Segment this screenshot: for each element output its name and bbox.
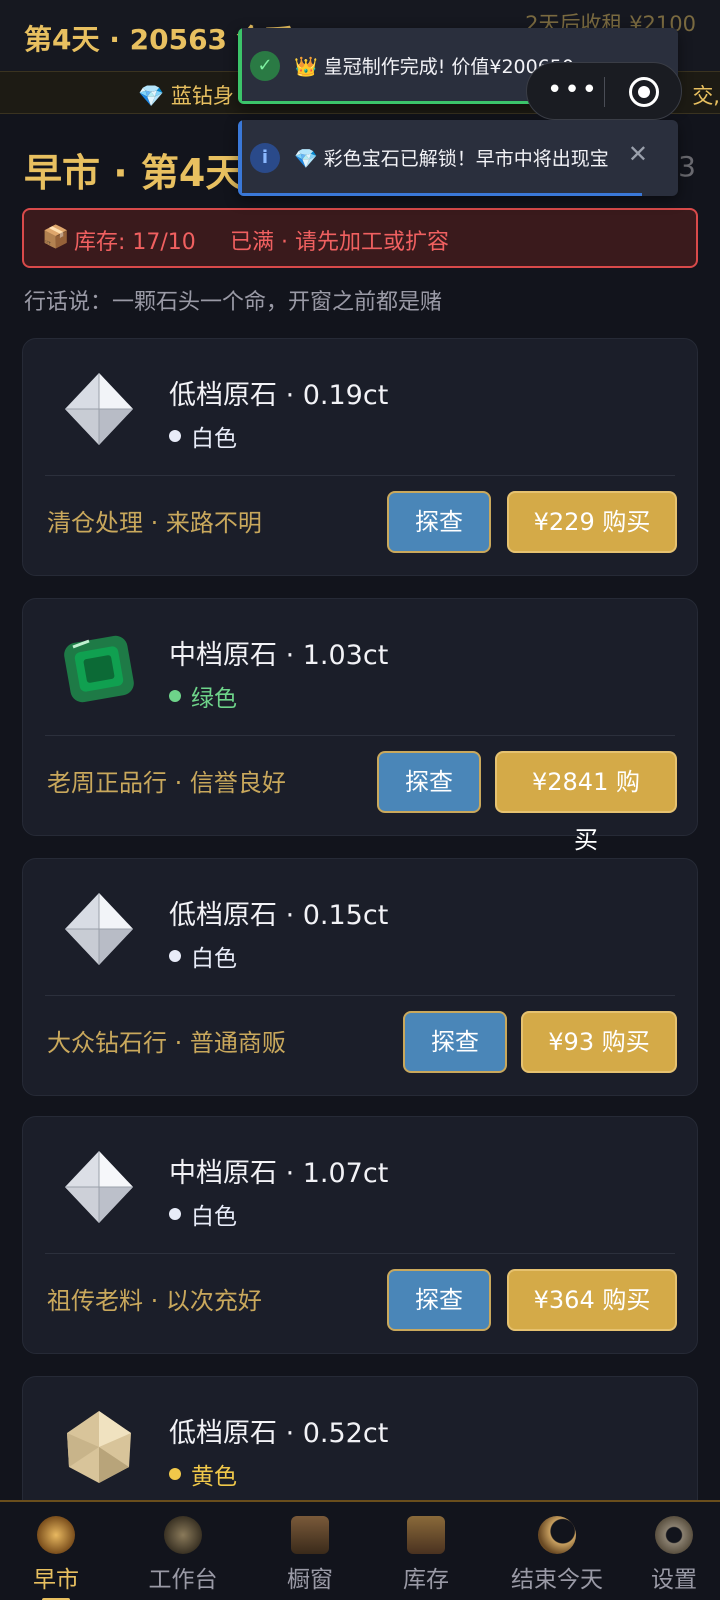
market-item-card: 低档原石 · 0.15ct 白色 大众钻石行 · 普通商贩 探查 ¥93 购买 xyxy=(22,858,698,1096)
item-seller: 老周正品行 · 信誉良好 xyxy=(47,769,286,797)
check-icon: ✓ xyxy=(250,51,280,81)
box-icon: 📦 xyxy=(42,225,70,250)
gear-icon xyxy=(655,1516,693,1554)
workbench-icon xyxy=(164,1516,202,1554)
emerald-icon xyxy=(64,635,134,703)
white-diamond-icon xyxy=(65,893,133,965)
probe-button[interactable]: 探查 xyxy=(387,491,491,553)
yellow-diamond-icon xyxy=(67,1411,131,1483)
stock-count: 库存: 17/10 xyxy=(74,230,196,255)
probe-button[interactable]: 探查 xyxy=(403,1011,507,1073)
nav-item-showcase[interactable]: 橱窗 xyxy=(260,1502,360,1600)
nav-item-end-day[interactable]: 结束今天 xyxy=(502,1502,612,1600)
item-color: 白色 xyxy=(191,946,237,972)
item-name: 中档原石 · 1.07ct xyxy=(169,1158,389,1189)
toast-info: i 💎 彩色宝石已解锁！早市中将出现宝 ✕ xyxy=(238,120,678,196)
color-dot xyxy=(169,1208,181,1220)
item-color: 黄色 xyxy=(191,1464,237,1490)
color-dot xyxy=(169,430,181,442)
item-name: 低档原石 · 0.15ct xyxy=(169,900,389,931)
buy-button[interactable]: ¥2841 购买 xyxy=(495,751,677,854)
nav-label: 库存 xyxy=(403,1567,449,1593)
item-color: 白色 xyxy=(191,1204,237,1230)
item-seller: 祖传老料 · 以次充好 xyxy=(47,1287,262,1315)
nav-label: 橱窗 xyxy=(287,1567,333,1593)
toast-stripe xyxy=(238,120,242,196)
bottom-nav: 早市 工作台 橱窗 库存 结束今天 设置 xyxy=(0,1500,720,1600)
probe-button[interactable]: 探查 xyxy=(387,1269,491,1331)
divider xyxy=(45,735,675,736)
item-name: 低档原石 · 0.19ct xyxy=(169,380,389,411)
nav-item-settings[interactable]: 设置 xyxy=(632,1502,716,1600)
item-name: 低档原石 · 0.52ct xyxy=(169,1418,389,1449)
nav-item-inventory[interactable]: 库存 xyxy=(376,1502,476,1600)
nav-item-workbench[interactable]: 工作台 xyxy=(133,1502,233,1600)
buy-button[interactable]: ¥364 购买 xyxy=(507,1269,677,1331)
white-diamond-icon xyxy=(65,1151,133,1223)
buy-button[interactable]: ¥93 购买 xyxy=(521,1011,677,1073)
nav-label: 早市 xyxy=(33,1567,79,1593)
header-right-fragment: 3 xyxy=(678,150,696,183)
ticker-text-right: 交, xyxy=(692,84,720,108)
flavor-quote: 行话说：一颗石头一个命，开窗之前都是赌 xyxy=(24,290,443,315)
mini-program-capsule: ••• xyxy=(526,62,682,120)
color-dot xyxy=(169,690,181,702)
nav-item-market[interactable]: 早市 xyxy=(6,1502,106,1600)
info-icon: i xyxy=(250,143,280,173)
item-seller: 清仓处理 · 来路不明 xyxy=(47,509,262,537)
item-color: 白色 xyxy=(191,426,237,452)
market-item-card: 低档原石 · 0.52ct 黄色 xyxy=(22,1376,698,1516)
ticker-text-left: 💎 蓝钻身 xyxy=(138,84,234,108)
nav-label: 结束今天 xyxy=(511,1567,603,1593)
toast-stripe xyxy=(238,28,242,104)
item-color: 绿色 xyxy=(191,686,237,712)
close-app-icon[interactable] xyxy=(629,77,659,107)
divider xyxy=(45,475,675,476)
showcase-icon xyxy=(291,1516,329,1554)
divider xyxy=(45,1253,675,1254)
capsule-separator xyxy=(604,77,605,107)
toast-progress xyxy=(242,101,562,104)
color-dot xyxy=(169,1468,181,1480)
market-item-card: 低档原石 · 0.19ct 白色 清仓处理 · 来路不明 探查 ¥229 购买 xyxy=(22,338,698,576)
white-diamond-icon xyxy=(65,373,133,445)
chest-icon xyxy=(407,1516,445,1554)
page-title: 早市 · 第4天 xyxy=(24,151,244,195)
toast-progress xyxy=(242,193,642,196)
item-seller: 大众钻石行 · 普通商贩 xyxy=(47,1029,286,1057)
stock-warning-banner: 📦 库存: 17/10 已满 · 请先加工或扩容 xyxy=(22,208,698,268)
divider xyxy=(45,995,675,996)
market-icon xyxy=(37,1516,75,1554)
probe-button[interactable]: 探查 xyxy=(377,751,481,813)
more-icon[interactable]: ••• xyxy=(547,75,599,105)
stock-status: 已满 · 请先加工或扩容 xyxy=(230,230,449,255)
color-dot xyxy=(169,950,181,962)
nav-label: 设置 xyxy=(651,1567,697,1593)
nav-label: 工作台 xyxy=(148,1567,218,1593)
item-name: 中档原石 · 1.03ct xyxy=(169,640,389,671)
toast-message: 💎 彩色宝石已解锁！早市中将出现宝 xyxy=(294,148,609,170)
close-icon[interactable]: ✕ xyxy=(628,140,648,168)
market-item-card: 中档原石 · 1.07ct 白色 祖传老料 · 以次充好 探查 ¥364 购买 xyxy=(22,1116,698,1354)
moon-icon xyxy=(538,1516,576,1554)
market-item-card: 中档原石 · 1.03ct 绿色 老周正品行 · 信誉良好 探查 ¥2841 购… xyxy=(22,598,698,854)
buy-button[interactable]: ¥229 购买 xyxy=(507,491,677,553)
